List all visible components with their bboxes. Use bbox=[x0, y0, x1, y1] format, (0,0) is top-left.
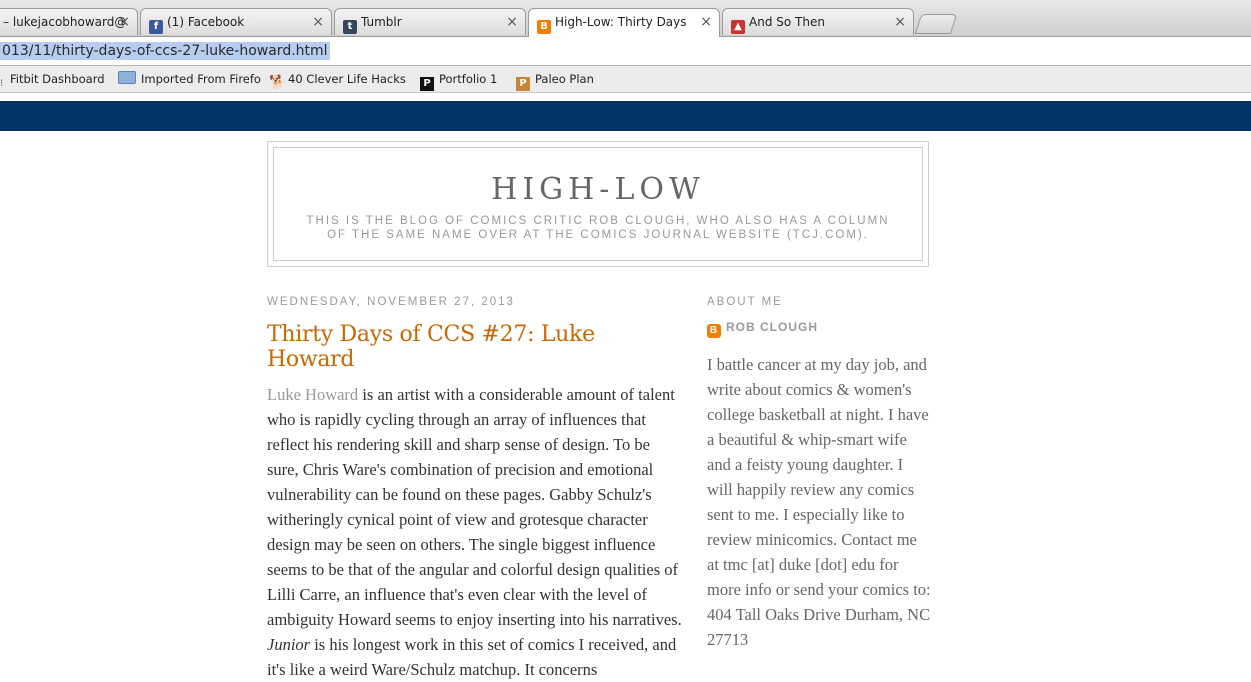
close-icon[interactable]: × bbox=[118, 9, 130, 35]
bookmarks-bar: ⁝ Fitbit Dashboard Imported From Firefo 🐕… bbox=[0, 66, 1251, 93]
tab-title: (1) Facebook bbox=[167, 15, 245, 29]
bookmark-label: Paleo Plan bbox=[535, 72, 594, 86]
tab-strip: – lukejacobhoward@ × f (1) Facebook × t Tu… bbox=[0, 0, 1251, 37]
blogger-icon: B bbox=[537, 20, 551, 34]
header-inner: HIGH-LOW This is the blog of comics crit… bbox=[273, 147, 923, 261]
post-italic-title: Junior bbox=[267, 635, 311, 654]
tab-and-so-then[interactable]: ▲ And So Then × bbox=[722, 8, 914, 35]
bookmark-label: Fitbit Dashboard bbox=[10, 72, 105, 86]
fitbit-icon: ⁝ bbox=[0, 78, 4, 89]
bookmark-imported-folder[interactable]: Imported From Firefo bbox=[118, 70, 261, 88]
tab-title: Tumblr bbox=[361, 15, 402, 29]
blog-header: HIGH-LOW This is the blog of comics crit… bbox=[267, 141, 929, 267]
bookmark-portfolio[interactable]: P Portfolio 1 bbox=[420, 70, 497, 91]
post-body: Luke Howard is an artist with a consider… bbox=[267, 382, 682, 682]
author-link[interactable]: Luke Howard bbox=[267, 385, 358, 404]
tab-tumblr[interactable]: t Tumblr × bbox=[334, 8, 526, 35]
tumblr-icon: t bbox=[343, 20, 357, 34]
tab-gmail[interactable]: – lukejacobhoward@ × bbox=[0, 8, 138, 35]
url-text[interactable]: 013/11/thirty-days-of-ccs-27-luke-howard… bbox=[0, 42, 330, 60]
about-text: I battle cancer at my day job, and write… bbox=[707, 355, 931, 649]
blogger-icon: B bbox=[707, 324, 721, 338]
profile-name[interactable]: Rob Clough bbox=[726, 320, 818, 334]
profile-link[interactable]: B Rob Clough bbox=[707, 320, 932, 338]
main-column: Wednesday, November 27, 2013 Thirty Days… bbox=[267, 296, 682, 682]
bookmark-label: Portfolio 1 bbox=[439, 72, 498, 86]
post-date: Wednesday, November 27, 2013 bbox=[267, 296, 515, 308]
p-brown-icon: P bbox=[516, 77, 530, 91]
tab-title: – lukejacobhoward@ bbox=[3, 15, 127, 29]
blogger-navbar bbox=[0, 101, 1251, 131]
new-tab-button[interactable] bbox=[914, 14, 958, 34]
close-icon[interactable]: × bbox=[894, 9, 906, 35]
p-black-icon: P bbox=[420, 77, 434, 91]
sidebar: About Me B Rob Clough I battle cancer at … bbox=[707, 296, 932, 652]
tab-title: High-Low: Thirty Days of C bbox=[555, 15, 690, 29]
bookmark-life-hacks[interactable]: 🐕 40 Clever Life Hacks bbox=[269, 70, 406, 90]
close-icon[interactable]: × bbox=[700, 9, 712, 35]
about-me-heading: About Me bbox=[707, 296, 783, 308]
site-icon: ▲ bbox=[731, 20, 745, 34]
bookmark-label: Imported From Firefo bbox=[141, 72, 261, 86]
close-icon[interactable]: × bbox=[312, 9, 324, 35]
dog-icon: 🐕 bbox=[269, 75, 286, 90]
blog-title[interactable]: HIGH-LOW bbox=[274, 172, 922, 207]
bookmark-fitbit[interactable]: ⁝ Fitbit Dashboard bbox=[0, 70, 105, 89]
bookmark-label: 40 Clever Life Hacks bbox=[288, 72, 406, 86]
folder-icon bbox=[118, 71, 136, 84]
tab-title: And So Then bbox=[749, 15, 825, 29]
tab-facebook[interactable]: f (1) Facebook × bbox=[140, 8, 332, 35]
facebook-icon: f bbox=[149, 20, 163, 34]
close-icon[interactable]: × bbox=[506, 9, 518, 35]
post-text: is an artist with a considerable amount … bbox=[267, 385, 682, 629]
blog-description: This is the blog of comics critic Rob Cl… bbox=[306, 215, 890, 241]
post-title[interactable]: Thirty Days of CCS #27: Luke Howard bbox=[267, 322, 682, 372]
post-text-continued: is his longest work in this set of comic… bbox=[267, 635, 677, 679]
address-bar[interactable]: 013/11/thirty-days-of-ccs-27-luke-howard… bbox=[0, 37, 1251, 66]
bookmark-paleo-plan[interactable]: P Paleo Plan bbox=[516, 70, 594, 91]
tab-high-low[interactable]: B High-Low: Thirty Days of C × bbox=[528, 8, 720, 37]
